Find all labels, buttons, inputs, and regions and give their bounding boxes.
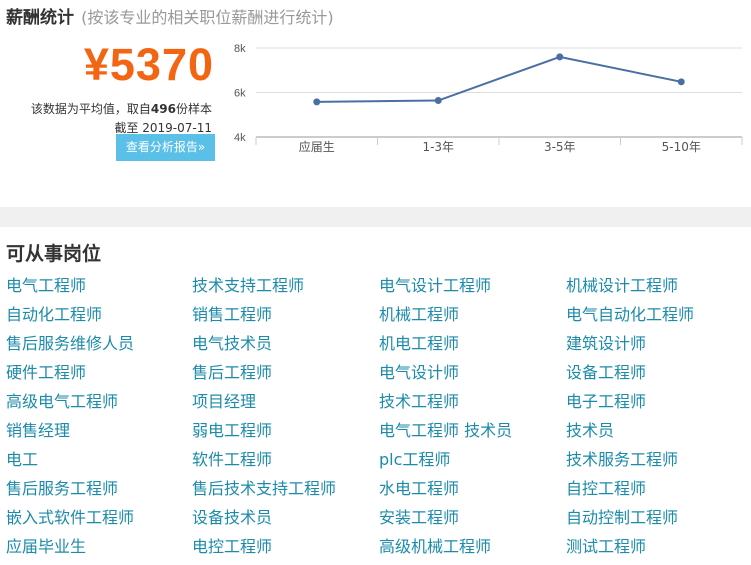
- job-link[interactable]: 软件工程师: [192, 447, 379, 476]
- job-link[interactable]: 电控工程师: [192, 534, 379, 563]
- chart-y-tick-label: 8k: [234, 43, 246, 55]
- job-link[interactable]: 销售工程师: [192, 302, 379, 331]
- job-link[interactable]: 电工: [6, 447, 192, 476]
- job-link[interactable]: 电气自动化工程师: [566, 302, 751, 331]
- chart-data-point: [556, 53, 564, 61]
- salary-line-chart: 8k 6k 4k 应届生 1-3年 3-5年 5-10年: [234, 43, 743, 154]
- chart-grid: [255, 47, 743, 145]
- job-link[interactable]: 售后服务维修人员: [6, 331, 192, 360]
- job-link[interactable]: 设备工程师: [566, 360, 751, 389]
- job-link[interactable]: 技术工程师: [379, 389, 566, 418]
- job-link[interactable]: 电气工程师 技术员: [379, 418, 566, 447]
- job-link[interactable]: 水电工程师: [379, 476, 566, 505]
- job-list: 电气工程师 技术支持工程师 电气设计工程师 机械设计工程师自动化工程师 销售工程师 机械工…: [6, 273, 751, 563]
- view-report-button[interactable]: 查看分析报告»: [116, 134, 215, 161]
- chart-x-axis: 应届生 1-3年 3-5年 5-10年: [299, 139, 701, 154]
- job-link[interactable]: 硬件工程师: [6, 360, 192, 389]
- job-link[interactable]: 售后服务工程师: [6, 476, 192, 505]
- job-link[interactable]: 电气技术员: [192, 331, 379, 360]
- job-link[interactable]: 设备技术员: [192, 505, 379, 534]
- job-link[interactable]: 机械设计工程师: [566, 273, 751, 302]
- chart-y-tick-label: 4k: [234, 132, 246, 144]
- jobs-section-title: 可从事岗位: [6, 243, 102, 265]
- section-divider: [0, 207, 751, 227]
- job-link[interactable]: 电气设计工程师: [379, 273, 566, 302]
- job-link[interactable]: 自控工程师: [566, 476, 751, 505]
- chart-data-point: [677, 78, 685, 86]
- job-link[interactable]: 电子工程师: [566, 389, 751, 418]
- job-link[interactable]: 高级电气工程师: [6, 389, 192, 418]
- sample-note: 该数据为平均值，取自496份样本: [0, 100, 222, 117]
- job-link[interactable]: 技术支持工程师: [192, 273, 379, 302]
- job-link[interactable]: 自动化工程师: [6, 302, 192, 331]
- chart-x-tick-label: 应届生: [299, 139, 335, 154]
- job-link[interactable]: 项目经理: [192, 389, 379, 418]
- job-link[interactable]: 测试工程师: [566, 534, 751, 563]
- job-link[interactable]: 电气设计师: [379, 360, 566, 389]
- salary-series-line: [316, 55, 682, 103]
- chart-y-axis: 8k 6k 4k: [234, 43, 246, 144]
- chart-data-point: [313, 98, 321, 106]
- job-link[interactable]: 自动控制工程师: [566, 505, 751, 534]
- job-link[interactable]: 嵌入式软件工程师: [6, 505, 192, 534]
- salary-section-subtitle: (按该专业的相关职位薪酬进行统计): [81, 8, 334, 27]
- chart-y-tick-label: 6k: [234, 88, 246, 100]
- job-link[interactable]: 弱电工程师: [192, 418, 379, 447]
- salary-header: 薪酬统计 (按该专业的相关职位薪酬进行统计): [6, 3, 334, 28]
- chart-x-tick-label: 1-3年: [422, 140, 454, 154]
- salary-summary: ¥5370 该数据为平均值，取自496份样本 截至 2019-07-11: [0, 38, 222, 136]
- chart-x-tick-label: 5-10年: [662, 140, 701, 154]
- average-salary-value: ¥5370: [83, 39, 214, 90]
- job-link[interactable]: 技术服务工程师: [566, 447, 751, 476]
- job-link[interactable]: 机械工程师: [379, 302, 566, 331]
- job-link[interactable]: 电气工程师: [6, 273, 192, 302]
- sample-note-prefix: 该数据为平均值，取自: [30, 102, 151, 116]
- chart-data-point: [434, 97, 442, 105]
- job-link[interactable]: plc工程师: [379, 447, 566, 476]
- sample-count: 496: [150, 102, 176, 116]
- job-link[interactable]: 安装工程师: [379, 505, 566, 534]
- job-link[interactable]: 技术员: [566, 418, 751, 447]
- sample-note-suffix: 份样本: [175, 102, 212, 116]
- job-link[interactable]: 应届毕业生: [6, 534, 192, 563]
- job-link[interactable]: 销售经理: [6, 418, 192, 447]
- job-link[interactable]: 机电工程师: [379, 331, 566, 360]
- job-link[interactable]: 建筑设计师: [566, 331, 751, 360]
- chart-x-tick-label: 3-5年: [544, 140, 576, 154]
- salary-section-title: 薪酬统计: [6, 8, 74, 28]
- job-link[interactable]: 售后工程师: [192, 360, 379, 389]
- job-link[interactable]: 售后技术支持工程师: [192, 476, 379, 505]
- job-link[interactable]: 高级机械工程师: [379, 534, 566, 563]
